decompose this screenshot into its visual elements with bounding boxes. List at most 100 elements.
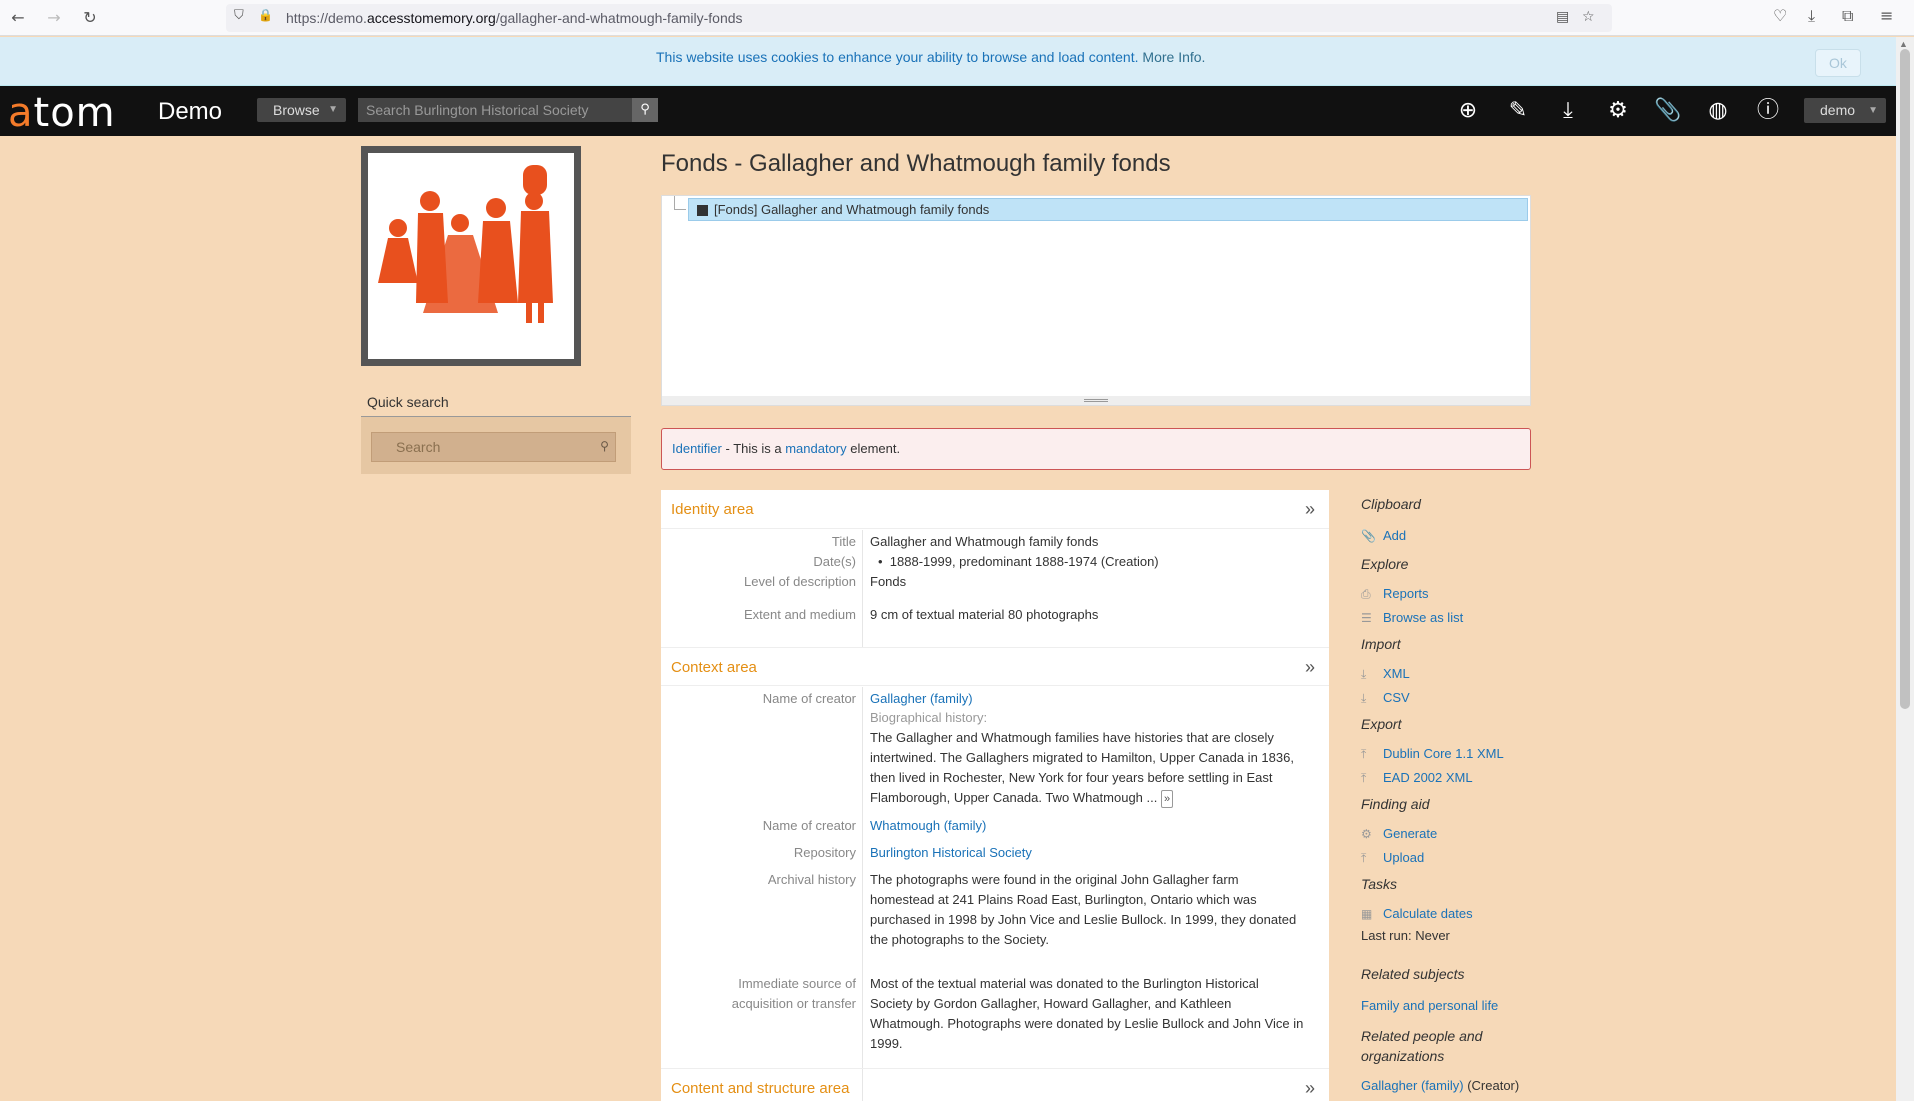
mandatory-link[interactable]: mandatory <box>785 441 846 456</box>
identity-area-toggle-icon[interactable]: » <box>1305 499 1315 520</box>
archival-history-label: Archival history <box>767 872 856 887</box>
calculate-dates-link[interactable]: ▦ Calculate dates <box>1361 906 1473 921</box>
import-xml-link[interactable]: ⤓ XML <box>1361 666 1410 682</box>
add-icon[interactable]: ⊕ <box>1454 97 1482 125</box>
upload-finding-aid-link[interactable]: ⤒ Upload <box>1361 850 1424 866</box>
cookie-message: This website uses cookies to enhance you… <box>656 49 1206 65</box>
extensions-icon[interactable]: ⧉ <box>1842 6 1853 26</box>
caret-down-icon: ▼ <box>1868 105 1878 116</box>
cookie-ok-button[interactable]: Ok <box>1815 49 1861 77</box>
identity-area-header[interactable]: Identity area » <box>661 490 1329 529</box>
site-header: atom Demo Browse ▼ Search Burlington Hist… <box>0 86 1896 136</box>
related-person-item: Gallagher (family) (Creator) <box>1361 1078 1520 1093</box>
reader-view-icon[interactable]: ▤ <box>1556 9 1569 25</box>
list-icon: ☰ <box>1361 611 1372 625</box>
content-structure-area-header[interactable]: Content and structure area » <box>661 1068 1329 1101</box>
extent-value: 9 cm of textual material 80 photographs <box>870 607 1099 622</box>
address-bar[interactable]: ⛉ 🔒 https://demo.accesstomemory.org/gall… <box>226 4 1612 32</box>
calendar-icon: ▦ <box>1361 907 1373 921</box>
title-value: Gallagher and Whatmough family fonds <box>870 534 1099 549</box>
dates-label: Date(s) <box>813 554 856 569</box>
context-area-toggle-icon[interactable]: » <box>1305 657 1315 678</box>
creator-label: Name of creator <box>762 818 856 833</box>
site-name[interactable]: Demo <box>158 98 222 126</box>
dates-value: • 1888-1999, predominant 1888-1974 (Crea… <box>878 554 1159 569</box>
column-divider <box>862 530 863 647</box>
creator-label: Name of creator <box>762 691 856 706</box>
related-person-link-gallagher[interactable]: Gallagher (family) <box>1361 1078 1464 1093</box>
star-icon[interactable]: ☆ <box>1582 9 1595 25</box>
level-value: Fonds <box>870 574 907 589</box>
paperclip-icon: 📎 <box>1361 529 1376 543</box>
title-label: Title <box>831 534 856 549</box>
info-icon[interactable]: ⓘ <box>1754 97 1782 125</box>
shield-icon[interactable]: ⛉ <box>234 8 244 23</box>
clipboard-add-link[interactable]: 📎 Add <box>1361 528 1406 543</box>
back-arrow-icon[interactable]: ← <box>6 6 30 30</box>
atom-logo[interactable]: atom <box>8 90 116 136</box>
language-globe-icon[interactable]: ◍ <box>1704 97 1732 125</box>
browse-as-list-link[interactable]: ☰ Browse as list <box>1361 610 1463 625</box>
creator-link-whatmough[interactable]: Whatmough (family) <box>870 816 1325 836</box>
import-download-icon[interactable]: ⤓ <box>1554 97 1582 125</box>
cookie-banner: This website uses cookies to enhance you… <box>0 37 1896 86</box>
content-structure-area-title[interactable]: Content and structure area <box>671 1080 849 1097</box>
upload-icon: ⤒ <box>1361 851 1367 865</box>
url-text: https://demo.accesstomemory.org/gallaghe… <box>286 10 743 26</box>
download-icon: ⤓ <box>1361 667 1367 681</box>
subject-link-family-life[interactable]: Family and personal life <box>1361 998 1498 1013</box>
explore-heading: Explore <box>1361 556 1409 572</box>
column-divider <box>862 687 863 1101</box>
identity-area-title[interactable]: Identity area <box>671 501 754 518</box>
expand-more-button[interactable]: » <box>1160 790 1174 808</box>
quick-search-input[interactable]: Search <box>371 432 616 462</box>
context-area-header[interactable]: Context area » <box>661 647 1329 686</box>
export-dublin-core-link[interactable]: ⤒ Dublin Core 1.1 XML <box>1361 746 1504 762</box>
tasks-heading: Tasks <box>1361 876 1398 892</box>
related-people-heading: Related people and organizations <box>1361 1028 1483 1064</box>
lock-icon[interactable]: 🔒 <box>258 8 273 22</box>
header-search-input[interactable]: Search Burlington Historical Society <box>358 98 658 122</box>
reports-link[interactable]: ⎙ Reports <box>1361 586 1429 602</box>
user-menu-button[interactable]: demo ▼ <box>1804 98 1886 123</box>
search-icon[interactable]: ⚲ <box>593 432 616 462</box>
creator-link-gallagher[interactable]: Gallagher (family) <box>870 689 1325 709</box>
menu-icon[interactable]: ≡ <box>1880 6 1893 25</box>
more-info-link[interactable]: More Info. <box>1142 49 1205 65</box>
import-heading: Import <box>1361 636 1401 652</box>
export-ead-link[interactable]: ⤒ EAD 2002 XML <box>1361 770 1473 786</box>
repository-label: Repository <box>793 845 856 860</box>
quick-search-box: Search ⚲ <box>361 416 631 474</box>
archival-history-text: The photographs were found in the origin… <box>870 872 1297 947</box>
settings-gears-icon[interactable]: ⚙ <box>1604 97 1632 125</box>
tree-item-fonds[interactable]: [Fonds] Gallagher and Whatmough family f… <box>688 198 1528 221</box>
context-area-title[interactable]: Context area <box>671 659 757 676</box>
forward-arrow-icon[interactable]: → <box>42 6 66 30</box>
content-structure-toggle-icon[interactable]: » <box>1305 1078 1315 1099</box>
clipboard-paperclip-icon[interactable]: 📎 <box>1654 97 1682 125</box>
quick-search-title: Quick search <box>367 394 449 410</box>
gears-icon: ⚙ <box>1361 827 1372 841</box>
reload-icon[interactable]: ↻ <box>78 6 102 30</box>
treeview: [Fonds] Gallagher and Whatmough family f… <box>661 195 1531 406</box>
description-main: Identity area » Title Gallagher and What… <box>661 490 1329 1101</box>
generate-finding-aid-link[interactable]: ⚙ Generate <box>1361 826 1437 841</box>
pocket-icon[interactable]: ♡ <box>1773 6 1787 25</box>
import-csv-link[interactable]: ⤓ CSV <box>1361 690 1410 706</box>
tree-resize-handle[interactable] <box>662 396 1530 405</box>
search-icon[interactable]: ⚲ <box>632 98 658 122</box>
download-icon[interactable]: ⤓ <box>1808 6 1815 26</box>
download-icon: ⤓ <box>1361 691 1367 705</box>
identifier-link[interactable]: Identifier <box>672 441 722 456</box>
digital-object-thumbnail[interactable] <box>361 146 581 366</box>
bio-history-text: The Gallagher and Whatmough families hav… <box>870 728 1325 808</box>
browse-menu-button[interactable]: Browse ▼ <box>257 98 346 122</box>
upload-icon: ⤒ <box>1361 747 1367 761</box>
repository-link[interactable]: Burlington Historical Society <box>870 843 1325 863</box>
caret-down-icon: ▼ <box>328 104 338 115</box>
scroll-up-arrow-icon[interactable]: ▲ <box>1899 39 1908 49</box>
page-scrollbar[interactable]: ▲ <box>1896 37 1914 1101</box>
scroll-thumb[interactable] <box>1900 49 1910 709</box>
page-title: Fonds - Gallagher and Whatmough family f… <box>661 150 1171 177</box>
edit-icon[interactable]: ✎ <box>1504 97 1532 125</box>
